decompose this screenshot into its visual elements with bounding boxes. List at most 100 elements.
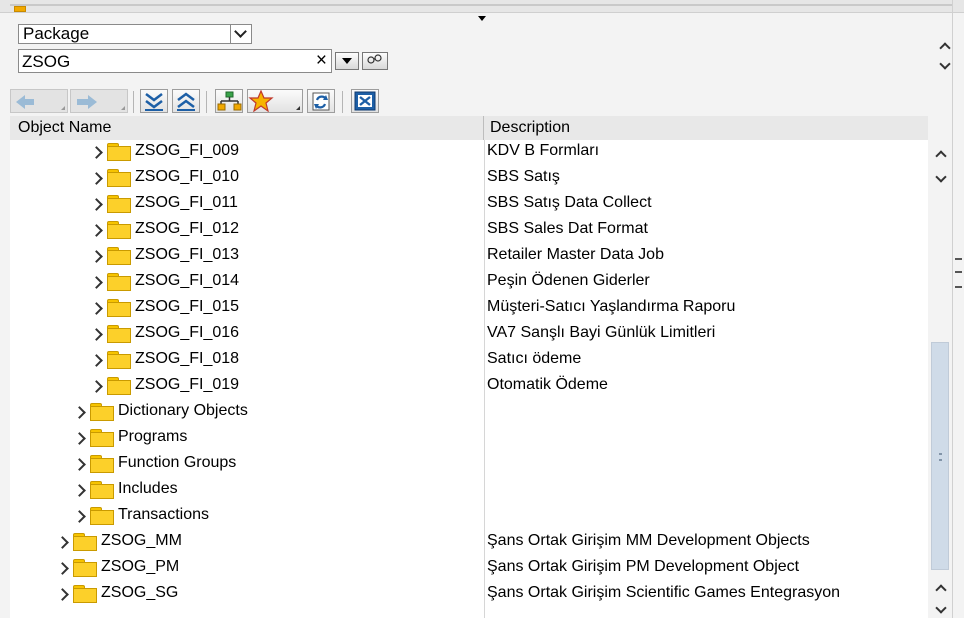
table-scroll-up-button[interactable]: [934, 146, 948, 162]
table-row[interactable]: Includes: [10, 478, 928, 504]
table-row[interactable]: Function Groups: [10, 452, 928, 478]
object-name-cell[interactable]: Includes: [118, 480, 178, 498]
expand-chevron-icon[interactable]: [73, 406, 86, 419]
close-window-button[interactable]: [351, 89, 379, 113]
table-row[interactable]: ZSOG_MM Şans Ortak Girişim MM Development…: [10, 530, 928, 556]
table-row[interactable]: ZSOG_FI_011 SBS Satış Data Collect: [10, 192, 928, 218]
forward-icon-tail: [77, 99, 88, 105]
expand-all-button[interactable]: [140, 89, 168, 113]
refresh-button[interactable]: [307, 89, 335, 113]
expand-chevron-icon[interactable]: [73, 432, 86, 445]
folder-icon: [90, 429, 114, 447]
expand-chevron-icon[interactable]: [73, 510, 86, 523]
column-header-object-name[interactable]: Object Name: [10, 116, 484, 140]
table-row[interactable]: ZSOG_FI_009 KDV B Formları: [10, 140, 928, 166]
chevron-down-icon: [935, 171, 947, 183]
table-row[interactable]: ZSOG_PM Şans Ortak Girişim PM Development…: [10, 556, 928, 582]
panel-scroll-down-button[interactable]: [938, 58, 952, 72]
chevron-down-icon: [939, 58, 951, 70]
close-window-icon: [354, 91, 376, 111]
expand-chevron-icon[interactable]: [90, 302, 103, 315]
object-name-cell[interactable]: ZSOG_FI_018: [135, 350, 239, 368]
object-name-input[interactable]: ZSOG ×: [18, 49, 332, 73]
hierarchy-button[interactable]: [215, 89, 243, 113]
table-row[interactable]: ZSOG_FI_010 SBS Satış: [10, 166, 928, 192]
expand-chevron-icon[interactable]: [90, 354, 103, 367]
description-cell: Otomatik Ödeme: [487, 376, 608, 393]
folder-icon: [107, 221, 131, 239]
object-name-cell[interactable]: ZSOG_FI_009: [135, 142, 239, 160]
object-name-cell[interactable]: ZSOG_SG: [101, 584, 178, 602]
table-row[interactable]: ZSOG_FI_013 Retailer Master Data Job: [10, 244, 928, 270]
forward-button[interactable]: [70, 89, 128, 113]
folder-icon: [107, 325, 131, 343]
chevron-up-icon: [935, 150, 947, 162]
table-row[interactable]: ZSOG_FI_015 Müşteri-Satıcı Yaşlandırma Ra…: [10, 296, 928, 322]
table-row[interactable]: Programs: [10, 426, 928, 452]
object-type-dropdown-button[interactable]: [230, 25, 251, 43]
object-name-cell[interactable]: ZSOG_FI_012: [135, 220, 239, 238]
object-name-cell[interactable]: ZSOG_FI_016: [135, 324, 239, 342]
splitter-handle[interactable]: [14, 6, 26, 12]
display-button[interactable]: [362, 52, 388, 70]
clear-icon[interactable]: ×: [316, 50, 327, 72]
object-name-cell[interactable]: Function Groups: [118, 454, 236, 472]
object-name-cell[interactable]: Dictionary Objects: [118, 402, 248, 420]
collapse-arrow-icon[interactable]: [478, 16, 486, 21]
collapse-all-icon: [177, 92, 195, 111]
expand-chevron-icon[interactable]: [90, 276, 103, 289]
table-row[interactable]: ZSOG_FI_019 Otomatik Ödeme: [10, 374, 928, 400]
favorites-button[interactable]: [247, 89, 303, 113]
object-name-cell[interactable]: ZSOG_FI_013: [135, 246, 239, 264]
object-name-cell[interactable]: ZSOG_FI_010: [135, 168, 239, 186]
panel-scroll-up-button[interactable]: [938, 38, 952, 54]
folder-icon: [107, 273, 131, 291]
expand-chevron-icon[interactable]: [90, 146, 103, 159]
expand-chevron-icon[interactable]: [90, 172, 103, 185]
frame-resize-grip[interactable]: [955, 258, 962, 288]
table-row[interactable]: ZSOG_FI_014 Peşin Ödenen Giderler: [10, 270, 928, 296]
toolbar-separator: [133, 91, 134, 113]
description-cell: VA7 Sanşlı Bayi Günlük Limitleri: [487, 324, 716, 341]
page-scroll-down-button[interactable]: [934, 602, 948, 616]
expand-chevron-icon[interactable]: [73, 484, 86, 497]
expand-chevron-icon[interactable]: [73, 458, 86, 471]
column-header-description[interactable]: Description: [484, 116, 928, 140]
expand-chevron-icon[interactable]: [56, 536, 69, 549]
refresh-icon: [312, 92, 330, 111]
collapse-all-button[interactable]: [172, 89, 200, 113]
expand-chevron-icon[interactable]: [90, 380, 103, 393]
object-name-cell[interactable]: ZSOG_FI_011: [135, 194, 238, 212]
table-row[interactable]: Dictionary Objects: [10, 400, 928, 426]
forward-icon: [88, 95, 97, 109]
expand-chevron-icon[interactable]: [90, 198, 103, 211]
table-row[interactable]: ZSOG_FI_018 Satıcı ödeme: [10, 348, 928, 374]
object-name-cell[interactable]: ZSOG_FI_019: [135, 376, 239, 394]
table-row[interactable]: ZSOG_FI_016 VA7 Sanşlı Bayi Günlük Limitl…: [10, 322, 928, 348]
page-scroll-up-button[interactable]: [934, 580, 948, 596]
table-row[interactable]: ZSOG_FI_012 SBS Sales Dat Format: [10, 218, 928, 244]
object-name-cell[interactable]: Programs: [118, 428, 187, 446]
expand-chevron-icon[interactable]: [56, 588, 69, 601]
table-row[interactable]: ZSOG_SG Şans Ortak Girişim Scientific Gam…: [10, 582, 928, 608]
object-name-cell[interactable]: ZSOG_FI_015: [135, 298, 239, 316]
folder-icon: [107, 351, 131, 369]
expand-chevron-icon[interactable]: [90, 224, 103, 237]
table-scroll-down-button[interactable]: [934, 171, 948, 185]
history-dropdown-button[interactable]: [335, 52, 359, 70]
object-name-cell[interactable]: ZSOG_FI_014: [135, 272, 239, 290]
folder-icon: [90, 481, 114, 499]
splitter-bar[interactable]: [0, 0, 964, 13]
expand-chevron-icon[interactable]: [56, 562, 69, 575]
object-name-cell[interactable]: ZSOG_MM: [101, 532, 182, 550]
table-scroll-thumb[interactable]: [931, 342, 949, 570]
chevron-up-icon: [935, 584, 947, 596]
table-row[interactable]: Transactions: [10, 504, 928, 530]
object-name-cell[interactable]: ZSOG_PM: [101, 558, 179, 576]
back-button[interactable]: [10, 89, 68, 113]
expand-chevron-icon[interactable]: [90, 250, 103, 263]
object-type-select[interactable]: Package: [18, 24, 252, 44]
expand-chevron-icon[interactable]: [90, 328, 103, 341]
object-name-cell[interactable]: Transactions: [118, 506, 209, 524]
folder-icon: [73, 559, 97, 577]
